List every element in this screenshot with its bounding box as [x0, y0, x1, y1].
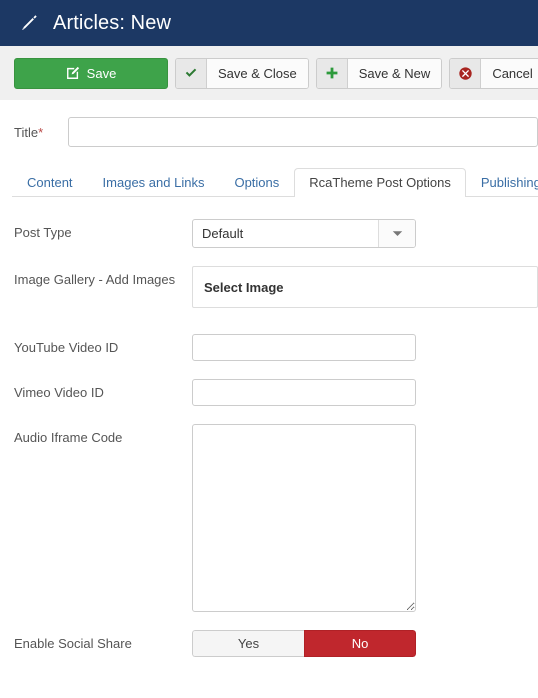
vimeo-video-id-input[interactable] — [192, 379, 416, 406]
cancel-button-group: Cancel — [449, 57, 538, 89]
post-type-row: Post Type Default — [0, 219, 538, 248]
vimeo-video-id-row: Vimeo Video ID — [0, 379, 538, 406]
tab-bar: Content Images and Links Options RcaThem… — [0, 167, 538, 198]
save-button-group: Save — [14, 57, 168, 89]
save-new-button[interactable]: Save & New — [315, 57, 443, 89]
required-marker: * — [38, 124, 44, 140]
vimeo-video-id-label: Vimeo Video ID — [14, 385, 104, 400]
tab-options[interactable]: Options — [219, 168, 294, 197]
cancel-button-label: Cancel — [481, 58, 538, 88]
post-type-select[interactable]: Default — [192, 219, 416, 248]
save-close-button-label: Save & Close — [207, 58, 308, 88]
title-label-text: Title — [14, 124, 39, 140]
tab-rcatheme-post-options[interactable]: RcaTheme Post Options — [294, 168, 466, 198]
enable-social-share-label: Enable Social Share — [14, 636, 132, 651]
save-new-button-group: Save & New — [315, 57, 443, 89]
save-button[interactable]: Save — [14, 57, 168, 89]
audio-iframe-code-row: Audio Iframe Code — [0, 424, 538, 612]
post-type-selected-value: Default — [202, 226, 244, 241]
title-field-row: Title* — [0, 100, 538, 147]
post-type-label: Post Type — [14, 225, 72, 240]
social-share-yes-option[interactable]: Yes — [192, 630, 304, 657]
youtube-video-id-input[interactable] — [192, 334, 416, 361]
social-share-no-option[interactable]: No — [304, 630, 416, 657]
toolbar: Save Save & Close Save & New Cancel — [0, 46, 538, 100]
title-input[interactable] — [68, 117, 538, 147]
circle-x-icon — [450, 58, 482, 88]
title-field-label: Title* — [14, 125, 62, 140]
page-title: Articles: New — [53, 12, 171, 34]
save-close-button-group: Save & Close — [175, 57, 309, 89]
youtube-video-id-row: YouTube Video ID — [0, 334, 538, 361]
save-close-button[interactable]: Save & Close — [175, 57, 309, 89]
enable-social-share-row: Enable Social Share Yes No — [0, 630, 538, 657]
audio-iframe-code-textarea[interactable] — [192, 424, 416, 612]
enable-social-share-toggle[interactable]: Yes No — [192, 630, 416, 657]
save-new-button-label: Save & New — [347, 58, 442, 88]
select-image-button[interactable]: Select Image — [192, 266, 538, 308]
save-button-label: Save — [86, 65, 117, 81]
tab-images-and-links[interactable]: Images and Links — [88, 168, 220, 197]
plus-icon — [316, 58, 348, 88]
youtube-video-id-label: YouTube Video ID — [14, 340, 119, 355]
tab-content[interactable]: Content — [12, 168, 88, 197]
chevron-down-icon[interactable] — [378, 220, 415, 247]
select-image-button-label: Select Image — [204, 279, 284, 295]
tab-publishing[interactable]: Publishing — [466, 168, 538, 197]
form-area: Title* Content Images and Links Options … — [0, 100, 538, 657]
audio-iframe-code-label: Audio Iframe Code — [14, 430, 123, 445]
cancel-button[interactable]: Cancel — [449, 57, 538, 89]
image-gallery-label: Image Gallery - Add Images — [14, 272, 176, 287]
pencil-icon — [22, 15, 37, 30]
page-header: Articles: New — [0, 0, 538, 46]
image-gallery-row: Image Gallery - Add Images Select Image — [0, 266, 538, 308]
edit-square-icon — [66, 66, 79, 79]
check-icon — [176, 58, 207, 88]
